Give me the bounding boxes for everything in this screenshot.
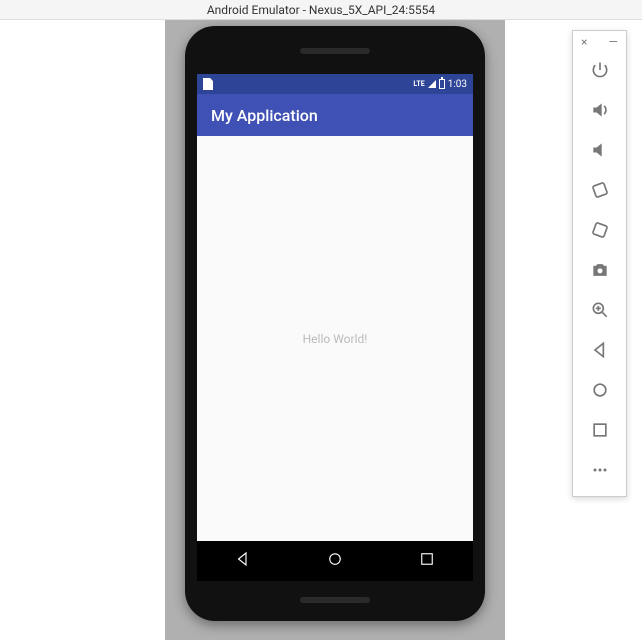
sdcard-icon (203, 78, 213, 90)
rotate-right-button[interactable] (573, 210, 626, 250)
speaker-bottom (300, 597, 370, 603)
phone-frame: LTE 1:03 My Application Hello World! (185, 26, 485, 621)
volume-down-button[interactable] (573, 130, 626, 170)
volume-up-button[interactable] (573, 90, 626, 130)
nav-home-button[interactable] (326, 550, 344, 572)
battery-icon (439, 79, 445, 89)
speaker-top (300, 48, 370, 54)
minimize-button[interactable]: — (609, 36, 618, 48)
phone-screen: LTE 1:03 My Application Hello World! (197, 74, 473, 581)
back-button[interactable] (573, 330, 626, 370)
android-navbar (197, 541, 473, 581)
power-button[interactable] (573, 50, 626, 90)
signal-icon (428, 80, 436, 88)
nav-recent-button[interactable] (418, 550, 436, 572)
emulator-toolbar: × — (572, 30, 627, 497)
overview-button[interactable] (573, 410, 626, 450)
nav-back-button[interactable] (234, 550, 252, 572)
zoom-button[interactable] (573, 290, 626, 330)
hello-text: Hello World! (303, 332, 368, 346)
window-title: Android Emulator - Nexus_5X_API_24:5554 (207, 3, 435, 17)
emulator-background: LTE 1:03 My Application Hello World! (165, 20, 505, 640)
screenshot-button[interactable] (573, 250, 626, 290)
close-button[interactable]: × (581, 36, 587, 48)
rotate-left-button[interactable] (573, 170, 626, 210)
network-lte-label: LTE (413, 80, 424, 88)
app-content: Hello World! (197, 136, 473, 541)
app-bar: My Application (197, 94, 473, 136)
window-titlebar: Android Emulator - Nexus_5X_API_24:5554 (0, 0, 642, 20)
more-button[interactable] (573, 450, 626, 490)
clock-label: 1:03 (448, 79, 467, 90)
android-statusbar: LTE 1:03 (197, 74, 473, 94)
home-button[interactable] (573, 370, 626, 410)
app-title: My Application (211, 106, 318, 125)
